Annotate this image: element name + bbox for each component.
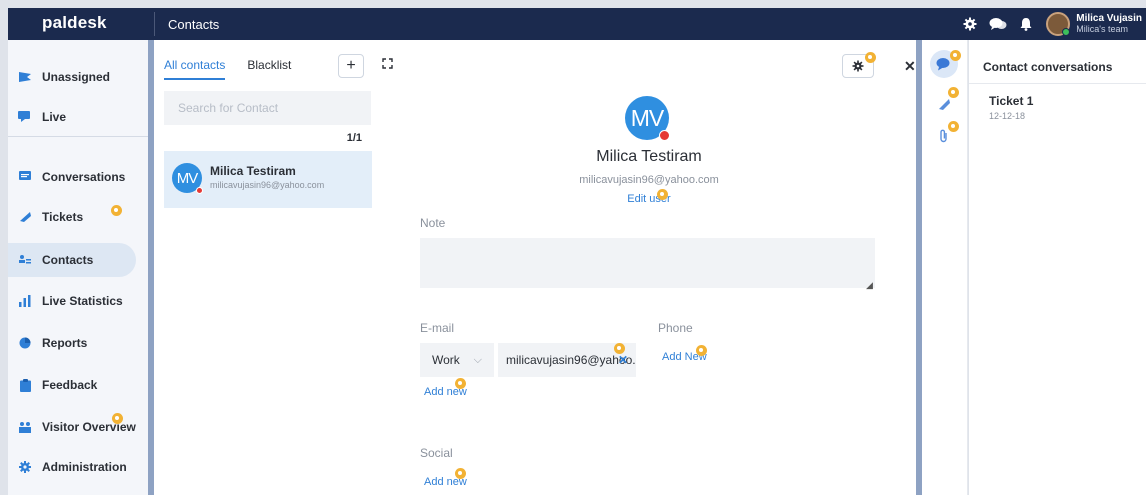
- status-dot: [659, 130, 670, 141]
- contacts-tabs: All contacts Blacklist: [164, 58, 313, 80]
- tag-icon: [455, 468, 466, 479]
- conversations-title: Contact conversations: [983, 60, 1113, 74]
- contact-list-item[interactable]: MV Milica Testiram milicavujasin96@yahoo…: [164, 151, 372, 208]
- sidebar-item-feedback[interactable]: Feedback: [8, 368, 136, 402]
- topbar-divider: [154, 12, 155, 36]
- user-info[interactable]: Milica Vujasin Milica's team: [1076, 13, 1142, 35]
- user-team: Milica's team: [1076, 24, 1128, 34]
- conversation-icon: [18, 171, 32, 183]
- gear-icon: [852, 60, 864, 72]
- sidebar-item-label: Administration: [42, 460, 127, 474]
- topbar-actions: Milica Vujasin Milica's team: [958, 8, 1146, 40]
- tag-icon: [948, 87, 959, 98]
- tag-icon: [865, 52, 876, 63]
- online-status-dot: [1062, 28, 1071, 36]
- top-bar: paldesk Contacts Milica Vujasin Milica's…: [8, 8, 1146, 40]
- tab-all-contacts[interactable]: All contacts: [164, 58, 226, 80]
- search-contact-input[interactable]: [164, 91, 371, 125]
- bar-chart-icon: [18, 295, 32, 307]
- detail-tabs-column: [922, 40, 968, 495]
- sidebar-item-live[interactable]: Live: [8, 100, 136, 134]
- tag-icon: [111, 205, 122, 216]
- sidebar-item-live-statistics[interactable]: Live Statistics: [8, 284, 136, 318]
- add-contact-button[interactable]: +: [338, 54, 364, 78]
- paldesk-logo[interactable]: paldesk: [42, 13, 107, 33]
- note-label: Note: [420, 216, 446, 230]
- user-avatar[interactable]: [1046, 12, 1071, 36]
- sidebar-item-label: Contacts: [42, 253, 94, 267]
- flag-icon: [18, 71, 32, 83]
- sidebar-item-label: Feedback: [42, 378, 98, 392]
- tab-blacklist[interactable]: Blacklist: [247, 58, 291, 80]
- sidebar-item-unassigned[interactable]: Unassigned: [8, 60, 136, 94]
- chevron-down-icon: ⌵: [473, 353, 482, 366]
- tag-icon: [614, 343, 625, 354]
- contact-detail-email: milicavujasin96@yahoo.com: [579, 174, 719, 186]
- pie-chart-icon: [18, 337, 32, 349]
- sidebar-item-label: Live Statistics: [42, 294, 123, 308]
- sidebar-item-label: Live: [42, 110, 67, 124]
- tag-icon: [112, 413, 123, 424]
- email-label: E-mail: [420, 321, 455, 335]
- sidebar-item-label: Visitor Overview: [42, 420, 136, 434]
- tag-icon: [696, 345, 707, 356]
- tag-icon: [950, 50, 961, 61]
- sidebar-divider: [8, 136, 148, 137]
- sidebar-item-conversations[interactable]: Conversations: [8, 160, 136, 194]
- contacts-list-panel: All contacts Blacklist + 1/1 MV Milica T…: [154, 40, 380, 495]
- note-textarea[interactable]: [420, 238, 875, 288]
- ticket-icon: [18, 211, 32, 223]
- pagination-count: 1/1: [346, 132, 362, 144]
- email-type-select[interactable]: Work ⌵: [420, 343, 494, 377]
- sidebar: Unassigned Live Conversations Tickets Co…: [8, 40, 148, 495]
- contact-name: Milica Testiram: [210, 164, 296, 178]
- user-name: Milica Vujasin: [1076, 13, 1142, 24]
- tag-icon: [657, 189, 668, 200]
- contact-detail-name: Milica Testiram: [596, 148, 702, 165]
- sidebar-item-label: Unassigned: [42, 70, 111, 84]
- ticket-date: 12-12-18: [989, 111, 1026, 121]
- resize-handle-icon[interactable]: ◢: [866, 280, 873, 291]
- settings-gear-icon[interactable]: [958, 12, 982, 36]
- sidebar-item-label: Conversations: [42, 170, 126, 184]
- chat-icon: [18, 111, 32, 123]
- expand-icon[interactable]: [382, 58, 393, 72]
- sidebar-item-contacts[interactable]: Contacts: [8, 243, 136, 277]
- contact-email: milicavujasin96@yahoo.com: [210, 180, 325, 190]
- contact-detail-panel: MV Milica Testiram milicavujasin96@yahoo…: [380, 40, 918, 495]
- tag-icon: [948, 121, 959, 132]
- tag-icon: [455, 378, 466, 389]
- contacts-icon: [18, 254, 32, 266]
- phone-label: Phone: [658, 321, 693, 335]
- sidebar-item-label: Reports: [42, 336, 88, 350]
- bell-icon[interactable]: [1014, 12, 1038, 36]
- sidebar-item-label: Tickets: [42, 210, 84, 224]
- chat-bubbles-icon[interactable]: [986, 12, 1010, 36]
- sidebar-item-administration[interactable]: Administration: [8, 450, 136, 484]
- contact-conversations-panel: Contact conversations Ticket 1 12-12-18: [969, 40, 1146, 495]
- status-dot: [196, 187, 203, 194]
- clipboard-icon: [18, 378, 32, 392]
- remove-email-icon[interactable]: ✕: [618, 353, 628, 367]
- edit-user-link[interactable]: Edit user: [380, 193, 918, 205]
- sidebar-item-reports[interactable]: Reports: [8, 326, 136, 360]
- gear-icon: [18, 461, 32, 473]
- page-title: Contacts: [168, 17, 220, 32]
- close-icon[interactable]: ✕: [904, 58, 916, 75]
- ticket-item[interactable]: Ticket 1: [989, 94, 1033, 108]
- email-type-value: Work: [432, 353, 460, 367]
- social-label: Social: [420, 446, 453, 460]
- visitors-icon: [18, 421, 32, 433]
- conversations-divider: [969, 83, 1146, 84]
